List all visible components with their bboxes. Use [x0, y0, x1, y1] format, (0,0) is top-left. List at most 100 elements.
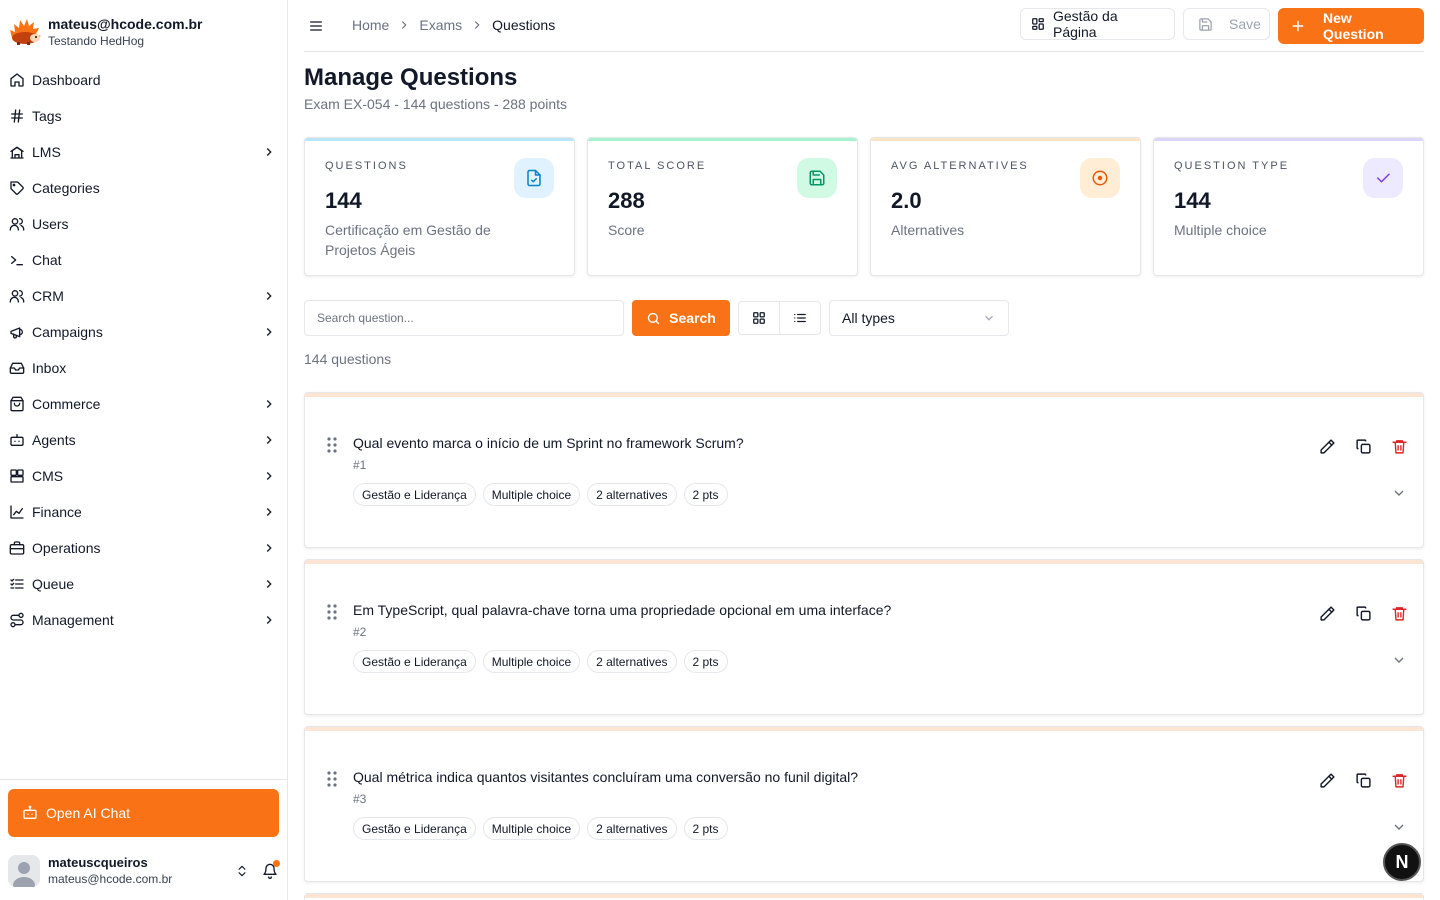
sidebar-item-cms[interactable]: CMS — [0, 458, 288, 494]
sidebar-item-label: Tags — [32, 108, 62, 124]
bell-icon[interactable] — [260, 860, 280, 881]
bot-icon — [9, 432, 25, 448]
chart-icon — [9, 504, 25, 520]
question-card-peek — [304, 893, 1424, 900]
sidebar-item-crm[interactable]: CRM — [0, 278, 288, 314]
nextjs-badge[interactable]: N — [1383, 843, 1421, 881]
chevron-right-icon — [470, 18, 484, 32]
briefcase-icon — [9, 540, 25, 556]
hedgehog-logo-icon — [8, 15, 42, 49]
users-icon — [9, 216, 25, 232]
stat-card-total-score: TOTAL SCORE 288 Score — [587, 137, 858, 276]
drag-handle-icon[interactable] — [325, 603, 339, 621]
grid-view-button[interactable] — [739, 302, 779, 334]
target-icon — [1080, 158, 1120, 198]
stat-label: AVG ALTERNATIVES — [891, 160, 1029, 172]
sidebar-item-users[interactable]: Users — [0, 206, 288, 242]
sidebar-item-management[interactable]: Management — [0, 602, 288, 638]
stat-description: Alternatives — [891, 222, 965, 238]
stat-accent-bar — [1154, 138, 1423, 141]
sidebar-item-label: Finance — [32, 504, 82, 520]
save-label: Save — [1229, 16, 1261, 32]
trash-icon[interactable] — [1389, 603, 1409, 623]
account-switcher[interactable]: mateus@hcode.com.br Testando HedHog — [8, 12, 280, 52]
chevron-down-icon[interactable] — [1389, 817, 1409, 837]
sidebar-item-tags[interactable]: Tags — [0, 98, 288, 134]
copy-icon[interactable] — [1353, 436, 1373, 456]
sidebar-item-dashboard[interactable]: Dashboard — [0, 62, 288, 98]
list-view-button[interactable] — [779, 302, 820, 334]
search-input[interactable] — [304, 300, 624, 336]
sidebar-item-label: Categories — [32, 180, 100, 196]
stat-description: Multiple choice — [1174, 222, 1267, 238]
breadcrumb-home[interactable]: Home — [352, 17, 389, 33]
question-card[interactable]: Qual evento marca o início de um Sprint … — [304, 392, 1424, 548]
chevron-down-icon[interactable] — [1389, 650, 1409, 670]
user-menu[interactable]: mateuscqueiros mateus@hcode.com.br — [8, 851, 280, 891]
question-tag: 2 pts — [683, 483, 728, 506]
search-button[interactable]: Search — [632, 300, 730, 336]
sidebar-item-chat[interactable]: Chat — [0, 242, 288, 278]
trash-icon[interactable] — [1389, 770, 1409, 790]
edit-icon[interactable] — [1317, 770, 1337, 790]
sidebar-item-lms[interactable]: LMS — [0, 134, 288, 170]
menu-icon[interactable] — [306, 16, 326, 36]
view-toggle — [738, 301, 821, 335]
page-management-button[interactable]: Gestão da Página — [1020, 8, 1175, 40]
sidebar-item-operations[interactable]: Operations — [0, 530, 288, 566]
chevron-right-icon — [262, 145, 276, 159]
question-tag: Multiple choice — [482, 650, 581, 673]
sidebar-item-label: Inbox — [32, 360, 67, 376]
save-button[interactable]: Save — [1183, 8, 1270, 40]
breadcrumb-exams[interactable]: Exams — [419, 17, 462, 33]
sidebar-item-finance[interactable]: Finance — [0, 494, 288, 530]
sidebar-item-label: Operations — [32, 540, 101, 556]
question-card[interactable]: Em TypeScript, qual palavra-chave torna … — [304, 559, 1424, 715]
stat-label: QUESTION TYPE — [1174, 160, 1290, 172]
sidebar-item-agents[interactable]: Agents — [0, 422, 288, 458]
school-icon — [9, 144, 25, 160]
file-check-icon — [514, 158, 554, 198]
chevron-right-icon — [262, 469, 276, 483]
copy-icon[interactable] — [1353, 770, 1373, 790]
sidebar-item-categories[interactable]: Categories — [0, 170, 288, 206]
new-question-button[interactable]: New Question — [1278, 8, 1424, 44]
question-number: #2 — [353, 625, 367, 639]
question-accent-bar — [305, 727, 1423, 731]
sidebar-item-queue[interactable]: Queue — [0, 566, 288, 602]
sidebar-item-inbox[interactable]: Inbox — [0, 350, 288, 386]
question-actions — [1301, 436, 1409, 456]
sidebar-item-label: Agents — [32, 432, 76, 448]
edit-icon[interactable] — [1317, 436, 1337, 456]
chevron-down-icon[interactable] — [1389, 483, 1409, 503]
stat-card-questions: QUESTIONS 144 Certificação em Gestão de Pr… — [304, 137, 575, 276]
question-accent-bar — [305, 560, 1423, 564]
trash-icon[interactable] — [1389, 436, 1409, 456]
chevrons-up-down-icon[interactable] — [232, 861, 252, 881]
question-text: Em TypeScript, qual palavra-chave torna … — [353, 602, 892, 618]
question-text: Qual métrica indica quantos visitantes c… — [353, 769, 859, 785]
copy-icon[interactable] — [1353, 603, 1373, 623]
type-filter-value: All types — [842, 310, 895, 326]
search-label: Search — [669, 310, 716, 326]
question-tag: Multiple choice — [482, 483, 581, 506]
type-filter-select[interactable]: All types — [829, 300, 1009, 336]
stat-value: 144 — [325, 188, 362, 213]
stat-value: 288 — [608, 188, 645, 213]
stat-label: QUESTIONS — [325, 160, 408, 172]
page-management-label: Gestão da Página — [1053, 8, 1118, 40]
chevron-right-icon — [262, 505, 276, 519]
sidebar-item-campaigns[interactable]: Campaigns — [0, 314, 288, 350]
new-question-label: New Question — [1323, 10, 1384, 42]
question-tag: 2 pts — [683, 817, 728, 840]
sidebar-item-commerce[interactable]: Commerce — [0, 386, 288, 422]
edit-icon[interactable] — [1317, 603, 1337, 623]
drag-handle-icon[interactable] — [325, 436, 339, 454]
save-icon — [797, 158, 837, 198]
stat-card-question-type: QUESTION TYPE 144 Multiple choice — [1153, 137, 1424, 276]
users-icon — [9, 288, 25, 304]
drag-handle-icon[interactable] — [325, 770, 339, 788]
question-card[interactable]: Qual métrica indica quantos visitantes c… — [304, 726, 1424, 882]
open-ai-chat-button[interactable]: Open AI Chat — [8, 789, 279, 837]
sidebar-item-label: CRM — [32, 288, 64, 304]
